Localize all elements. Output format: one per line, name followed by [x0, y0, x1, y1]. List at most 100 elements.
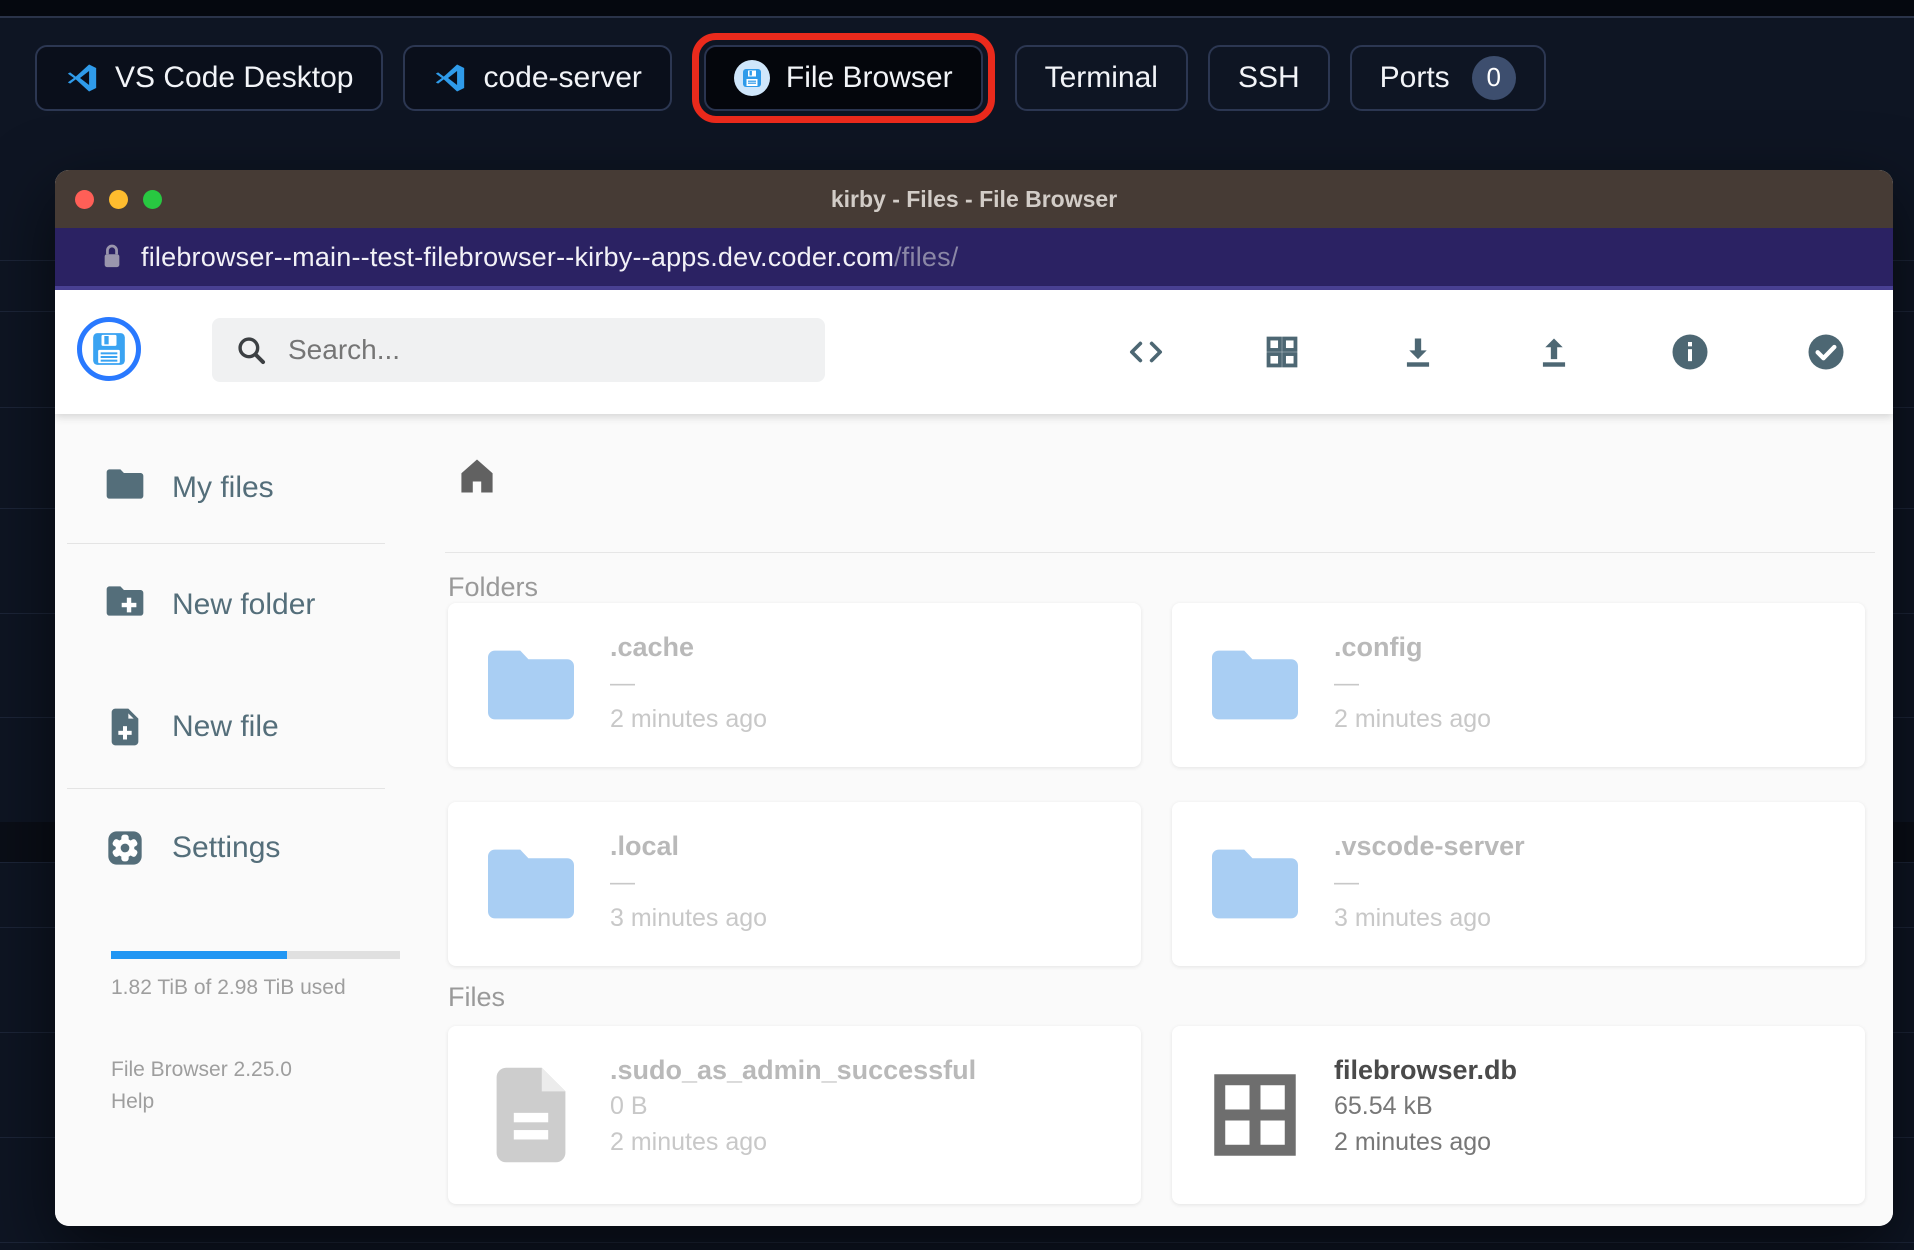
sidebar-item-label: Settings: [172, 831, 281, 864]
grid-view-icon[interactable]: [1239, 333, 1325, 371]
sidebar: My files New folder New file Settings 1.…: [55, 414, 400, 1226]
folder-icon: [103, 465, 147, 511]
breadcrumb-divider: [445, 552, 1875, 553]
sidebar-divider: [67, 788, 385, 789]
file-icon: [476, 1026, 586, 1204]
folder-card-local[interactable]: .local — 3 minutes ago: [448, 802, 1141, 966]
ssh-button[interactable]: SSH: [1207, 44, 1330, 111]
ports-button[interactable]: Ports 0: [1349, 44, 1546, 111]
close-window-button[interactable]: [75, 190, 94, 209]
minimize-window-button[interactable]: [109, 190, 128, 209]
file-browser-button[interactable]: File Browser: [703, 44, 983, 111]
storage-usage-text: 1.82 TiB of 2.98 TiB used: [111, 976, 346, 999]
file-card-filebrowser-db[interactable]: filebrowser.db 65.54 kB 2 minutes ago: [1172, 1026, 1865, 1204]
file-listing: Folders .cache — 2 minutes ago .config —…: [385, 414, 1893, 1226]
ports-count-badge: 0: [1471, 55, 1516, 100]
terminal-label: Terminal: [1044, 60, 1158, 94]
item-size: 65.54 kB: [1334, 1092, 1433, 1120]
sidebar-item-new-file[interactable]: New file: [103, 703, 279, 751]
vscode-icon: [65, 61, 99, 95]
file-browser-label: File Browser: [785, 60, 953, 94]
item-modified: 2 minutes ago: [610, 705, 768, 733]
upload-icon[interactable]: [1511, 333, 1597, 371]
item-size: —: [610, 868, 635, 896]
folders-section-title: Folders: [448, 572, 539, 602]
folder-card-cache[interactable]: .cache — 2 minutes ago: [448, 603, 1141, 767]
window-title: kirby - Files - File Browser: [830, 185, 1118, 212]
url-text: filebrowser--main--test-filebrowser--kir…: [141, 242, 959, 273]
background-row-divider: [0, 1242, 1914, 1243]
new-file-icon: [103, 707, 147, 747]
zoom-window-button[interactable]: [143, 190, 162, 209]
folder-icon: [1200, 802, 1310, 966]
download-icon[interactable]: [1375, 333, 1461, 371]
filebrowser-logo[interactable]: [77, 317, 141, 381]
files-section-title: Files: [448, 982, 506, 1012]
file-card-sudo-as-admin-successful[interactable]: .sudo_as_admin_successful 0 B 2 minutes …: [448, 1026, 1141, 1204]
sidebar-item-label: New folder: [172, 588, 316, 621]
code-server-button[interactable]: code-server: [403, 44, 672, 111]
help-link[interactable]: Help: [111, 1090, 154, 1114]
code-server-label: code-server: [483, 60, 642, 94]
breadcrumb-home-button[interactable]: [453, 452, 501, 500]
code-view-icon[interactable]: [1103, 335, 1189, 369]
url-path: /files/: [894, 241, 959, 272]
item-size: —: [1334, 868, 1359, 896]
item-modified: 3 minutes ago: [610, 904, 768, 932]
sidebar-item-settings[interactable]: Settings: [103, 824, 280, 872]
browser-window: kirby - Files - File Browser filebrowser…: [55, 170, 1893, 1226]
sidebar-item-new-folder[interactable]: New folder: [103, 581, 315, 629]
app-version: File Browser 2.25.0: [111, 1058, 292, 1081]
folder-icon: [476, 802, 586, 966]
item-modified: 3 minutes ago: [1334, 904, 1492, 932]
item-modified: 2 minutes ago: [1334, 705, 1492, 733]
search-bar[interactable]: [212, 318, 825, 382]
storage-usage-bar: [111, 951, 400, 959]
folder-card-vscode-server[interactable]: .vscode-server — 3 minutes ago: [1172, 802, 1865, 966]
lock-icon: [101, 243, 123, 271]
item-modified: 2 minutes ago: [1334, 1128, 1492, 1156]
new-folder-icon: [103, 582, 147, 628]
window-titlebar: kirby - Files - File Browser: [55, 170, 1893, 228]
sidebar-item-label: My files: [172, 471, 274, 504]
item-name: .sudo_as_admin_successful: [610, 1055, 977, 1085]
item-modified: 2 minutes ago: [610, 1128, 768, 1156]
sidebar-divider: [67, 543, 385, 544]
item-size: —: [610, 669, 635, 697]
terminal-button[interactable]: Terminal: [1014, 44, 1188, 111]
file-browser-floppy-icon: [733, 59, 770, 96]
select-multiple-icon[interactable]: [1783, 332, 1869, 372]
storage-usage-fill: [111, 951, 288, 959]
filebrowser-body: My files New folder New file Settings 1.…: [55, 414, 1893, 1226]
database-file-icon: [1200, 1026, 1310, 1204]
folder-icon: [1200, 603, 1310, 767]
folders-grid: .cache — 2 minutes ago .config — 2 minut…: [448, 603, 1865, 966]
sidebar-item-label: New file: [172, 710, 279, 743]
filebrowser-header: [55, 290, 1893, 414]
vscode-desktop-label: VS Code Desktop: [115, 60, 354, 94]
item-size: 0 B: [610, 1092, 648, 1120]
item-name: .config: [1334, 632, 1423, 662]
top-tab-strip: [0, 0, 1914, 18]
ports-label: Ports: [1379, 60, 1450, 94]
ssh-label: SSH: [1237, 60, 1300, 94]
vscode-icon: [433, 61, 467, 95]
url-host: filebrowser--main--test-filebrowser--kir…: [141, 241, 895, 272]
browser-url-bar[interactable]: filebrowser--main--test-filebrowser--kir…: [55, 228, 1893, 290]
window-controls: [75, 190, 162, 209]
folder-card-config[interactable]: .config — 2 minutes ago: [1172, 603, 1865, 767]
search-input[interactable]: [288, 334, 803, 366]
folder-icon: [476, 603, 586, 767]
item-size: —: [1334, 669, 1359, 697]
info-icon[interactable]: [1647, 332, 1733, 372]
file-browser-highlight-ring: File Browser: [691, 32, 995, 123]
sidebar-item-my-files[interactable]: My files: [103, 464, 274, 512]
vscode-desktop-button[interactable]: VS Code Desktop: [35, 44, 384, 111]
item-name: .vscode-server: [1334, 831, 1525, 861]
item-name: .local: [610, 831, 680, 861]
item-name: filebrowser.db: [1334, 1055, 1518, 1085]
header-toolbar: [1103, 290, 1869, 414]
settings-icon: [103, 828, 147, 868]
item-name: .cache: [610, 632, 695, 662]
workspace-app-bar: VS Code Desktop code-server File Browser: [0, 20, 1914, 135]
